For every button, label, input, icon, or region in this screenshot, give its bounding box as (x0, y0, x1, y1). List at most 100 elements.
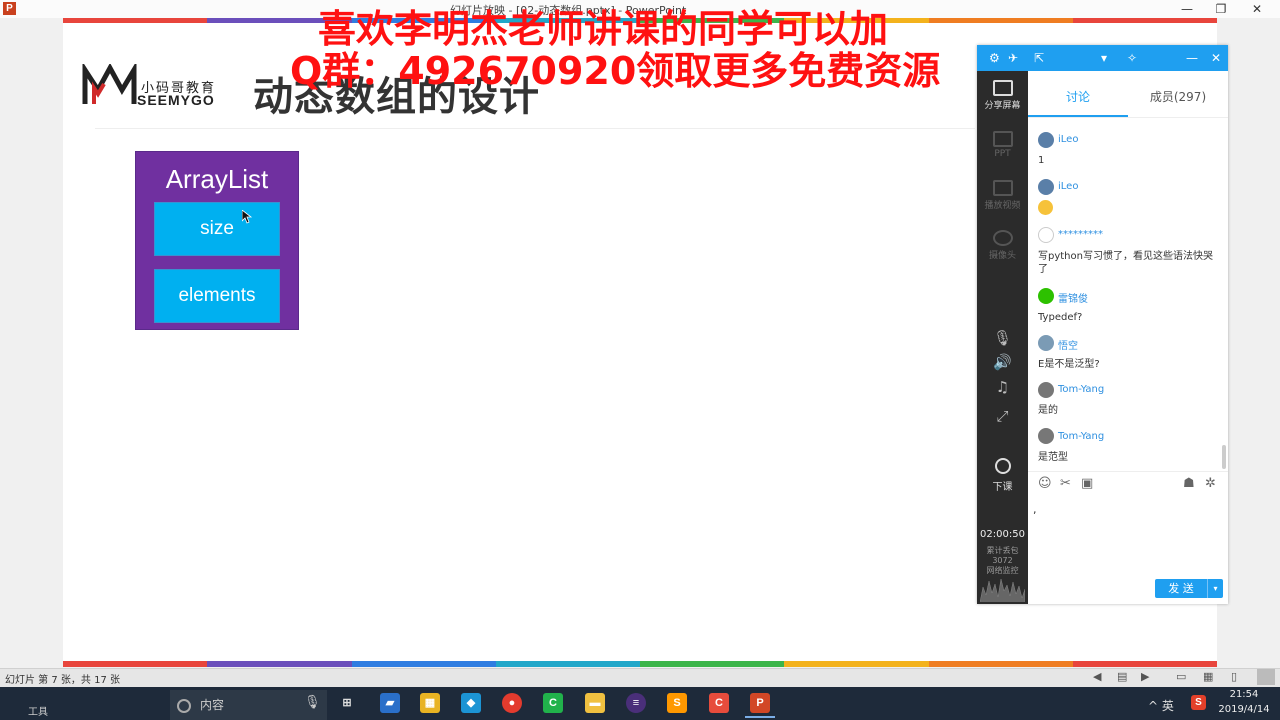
share-screen-label: 分享屏幕 (984, 101, 1021, 111)
end-class-button[interactable]: 下课 (977, 458, 1028, 493)
end-class-icon (994, 458, 1011, 474)
send-options-chevron-down-icon[interactable]: ▾ (1207, 579, 1223, 598)
notes-app-icon[interactable]: ▦ (420, 693, 440, 713)
stripe-segment (784, 661, 929, 667)
message-author[interactable]: iLeo (1058, 181, 1078, 192)
avatar[interactable] (1038, 382, 1054, 398)
image-icon[interactable]: ▣ (1081, 476, 1093, 491)
panel-minimize-icon[interactable]: — (1186, 50, 1198, 66)
chat-settings-icon[interactable]: ✲ (1205, 476, 1216, 491)
logo-english-name: SEEMYGO (137, 92, 215, 108)
field-size: size (154, 202, 280, 256)
folder-app-icon[interactable]: ▬ (585, 693, 605, 713)
mouse-cursor-icon (242, 210, 252, 224)
reading-view-icon[interactable]: ▯ (1231, 670, 1237, 683)
camera-button[interactable]: 摄像头 (977, 230, 1028, 261)
slide-menu-icon[interactable]: ▤ (1117, 670, 1127, 683)
cortana-icon[interactable] (177, 699, 191, 713)
stripe-segment (1072, 661, 1217, 667)
taskbar-mic-icon[interactable]: 🎙 (304, 695, 321, 710)
message-author[interactable]: Tom-Yang (1058, 431, 1104, 442)
arraylist-label: ArrayList (165, 164, 269, 194)
dropdown-icon[interactable]: ▾ (1101, 50, 1107, 66)
message-text: 写python写习惯了，看见这些语法快哭了 (1038, 251, 1213, 275)
share-out-icon[interactable]: ⇱ (1034, 50, 1044, 66)
avatar[interactable] (1038, 179, 1054, 195)
chat-toolbar-separator (1028, 471, 1228, 472)
message-author[interactable]: 悟空 (1058, 337, 1078, 352)
file-explorer-app-icon[interactable]: ▰ (380, 693, 400, 713)
taskbar-date[interactable]: 2019/4/14 (1215, 704, 1273, 715)
message-text: E是不是泛型? (1038, 359, 1100, 370)
powerpoint-app-icon[interactable]: P (750, 693, 770, 713)
avatar[interactable] (1038, 227, 1054, 243)
previous-slide-icon[interactable]: ◀ (1093, 670, 1101, 683)
normal-view-icon[interactable]: ▭ (1176, 670, 1186, 683)
slideshow-view-icon[interactable] (1257, 669, 1275, 685)
sogou-ime-icon[interactable]: S (1191, 695, 1206, 710)
music-icon[interactable]: ♫ (977, 378, 1028, 396)
eclipse-app-icon[interactable]: ≡ (626, 693, 646, 713)
chat-input-value: , (1033, 503, 1037, 516)
emoji-icon[interactable]: ☺ (1038, 476, 1052, 491)
plane-icon[interactable]: ✈ (1008, 50, 1018, 66)
avatar[interactable] (1038, 335, 1054, 351)
taskbar-tools-label[interactable]: 工具 (28, 703, 48, 718)
app-c-icon[interactable]: C (709, 693, 729, 713)
message-text: 是范型 (1038, 452, 1068, 463)
avatar[interactable] (1038, 132, 1054, 148)
tab-members[interactable]: 成员(297) (1128, 88, 1228, 105)
send-button[interactable]: 发 送 (1155, 579, 1207, 598)
restore-button[interactable]: ❐ (1204, 0, 1238, 18)
sublime-app-icon[interactable]: S (667, 693, 687, 713)
play-video-button[interactable]: 播放视频 (977, 180, 1028, 211)
avatar[interactable] (1038, 428, 1054, 444)
chrome-app-icon[interactable]: ● (502, 693, 522, 713)
message-author[interactable]: iLeo (1058, 134, 1078, 145)
stripe-segment (928, 661, 1073, 667)
tab-discuss[interactable]: 讨论 (1028, 88, 1128, 105)
taskbar-search-text: 内容 (200, 698, 225, 712)
microphone-icon[interactable]: 🎙 (977, 329, 1028, 347)
share-screen-button[interactable]: 分享屏幕 (977, 80, 1028, 111)
message-text: Typedef? (1038, 312, 1083, 323)
ppt-icon (992, 131, 1013, 147)
chat-scrollbar[interactable] (1222, 445, 1226, 469)
chat-input[interactable] (1028, 496, 1228, 574)
stripe-segment (928, 18, 1073, 23)
task-view-icon[interactable]: ⊞ (337, 693, 357, 713)
packet-loss-label: 累计丢包 (986, 546, 1019, 555)
close-button[interactable]: ✕ (1240, 0, 1274, 18)
end-class-label: 下课 (992, 482, 1013, 493)
pin-icon[interactable]: ✧ (1127, 50, 1137, 66)
stripe-segment (351, 661, 496, 667)
settings-icon[interactable]: ⚙ (989, 50, 1000, 66)
next-slide-icon[interactable]: ▶ (1141, 670, 1149, 683)
avatar[interactable] (1038, 288, 1054, 304)
stripe-segment (63, 661, 208, 667)
speaker-icon[interactable]: 🔊 (977, 353, 1028, 371)
slide-divider (95, 128, 975, 129)
fullscreen-icon[interactable]: ⤢ (977, 407, 1028, 425)
stripe-segment (1072, 18, 1217, 23)
slide-bottom-stripe (63, 661, 1217, 667)
message-author[interactable]: Tom-Yang (1058, 384, 1104, 395)
stripe-segment (63, 18, 208, 23)
field-elements: elements (154, 269, 280, 323)
user-manage-icon[interactable]: ☗ (1183, 476, 1195, 491)
minimize-button[interactable]: — (1170, 0, 1204, 18)
scissors-icon[interactable]: ✂ (1060, 476, 1071, 491)
message-text: 是的 (1038, 405, 1058, 416)
sorter-view-icon[interactable]: ▦ (1203, 670, 1213, 683)
panel-close-icon[interactable]: ✕ (1211, 50, 1221, 66)
camera-icon (992, 230, 1013, 246)
message-author[interactable]: ********* (1058, 229, 1103, 240)
tray-input-language[interactable]: ^ 英 (1148, 697, 1174, 714)
ppt-button[interactable]: PPT (977, 131, 1028, 159)
message-author[interactable]: 雷锦俊 (1058, 290, 1088, 305)
clion-app-icon[interactable]: C (543, 693, 563, 713)
sourcetree-app-icon[interactable]: ◆ (461, 693, 481, 713)
class-timer: 02:00:50 (980, 529, 1025, 540)
packet-loss-value: 3072 (992, 556, 1013, 565)
taskbar-clock[interactable]: 21:54 (1224, 689, 1264, 700)
